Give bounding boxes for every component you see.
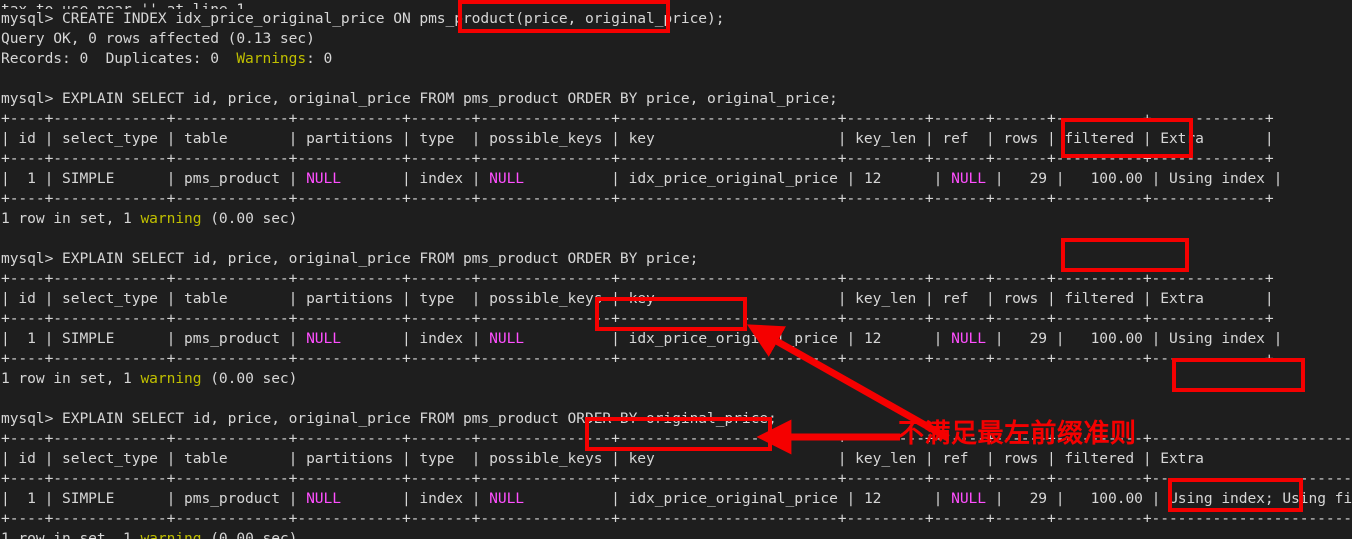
terminal-line: | id | select_type | table | partitions … [1,449,1352,469]
terminal-line: Records: 0 Duplicates: 0 Warnings: 0 [1,49,1352,69]
terminal-line: +----+-------------+-------------+------… [1,309,1352,329]
warning-token: warning [140,530,202,539]
terminal-line: 1 row in set, 1 warning (0.00 sec) [1,369,1352,389]
terminal-line: Query OK, 0 rows affected (0.13 sec) [1,29,1352,49]
terminal-output[interactable]: tax to use near '' at line 1mysql> CREAT… [0,0,1352,539]
text-token: | 1 | SIMPLE | pms_product | [1,330,307,347]
text-token: mysql> CREATE INDEX idx_price_original_p… [1,10,725,27]
text-token: +----+-------------+-------------+------… [1,510,1352,527]
text-token: | idx_price_original_price | 12 | [524,170,952,187]
warning-token: warning [140,370,202,387]
text-token: +----+-------------+-------------+------… [1,150,1274,167]
text-token: | 1 | SIMPLE | pms_product | [1,490,307,507]
text-token: tax to use near '' at line 1 [1,1,245,9]
terminal-line: +----+-------------+-------------+------… [1,349,1352,369]
warning-token: warning [140,210,202,227]
null-token: NULL [489,490,525,507]
terminal-line: mysql> EXPLAIN SELECT id, price, origina… [1,409,1352,429]
null-token: NULL [489,170,525,187]
text-token: +----+-------------+-------------+------… [1,110,1274,127]
text-token: Records: 0 Duplicates: 0 [1,50,237,67]
terminal-line: +----+-------------+-------------+------… [1,269,1352,289]
terminal-line: 1 row in set, 1 warning (0.00 sec) [1,209,1352,229]
text-token: 1 row in set, 1 [1,530,141,539]
terminal-line: +----+-------------+-------------+------… [1,469,1352,489]
text-token: : 0 [306,50,333,67]
null-token: NULL [306,490,341,507]
terminal-line: +----+-------------+-------------+------… [1,429,1352,449]
text-token: | idx_price_original_price | 12 | [524,490,952,507]
terminal-line: +----+-------------+-------------+------… [1,149,1352,169]
text-token: 1 row in set, 1 [1,210,141,227]
null-token: NULL [951,170,986,187]
terminal-line: | 1 | SIMPLE | pms_product | NULL | inde… [1,329,1352,349]
text-token: +----+-------------+-------------+------… [1,470,1352,487]
text-token: +----+-------------+-------------+------… [1,190,1274,207]
text-token: | index | [340,170,490,187]
terminal-line: tax to use near '' at line 1 [1,0,1352,9]
terminal-line: mysql> CREATE INDEX idx_price_original_p… [1,9,1352,29]
terminal-line: | 1 | SIMPLE | pms_product | NULL | inde… [1,169,1352,189]
text-token: | index | [340,490,490,507]
text-token: | 1 | SIMPLE | pms_product | [1,170,307,187]
text-token: | id | select_type | table | partitions … [1,290,1274,307]
text-token: | 29 | 100.00 | Using index | [985,330,1283,347]
text-token: +----+-------------+-------------+------… [1,310,1274,327]
null-token: NULL [489,330,525,347]
text-token: mysql> EXPLAIN SELECT id, price, origina… [1,90,838,107]
terminal-line: | 1 | SIMPLE | pms_product | NULL | inde… [1,489,1352,509]
terminal-line: | id | select_type | table | partitions … [1,289,1352,309]
text-token: mysql> EXPLAIN SELECT id, price, origina… [1,250,699,267]
terminal-line: +----+-------------+-------------+------… [1,109,1352,129]
text-token: | idx_price_original_price | 12 | [524,330,952,347]
null-token: NULL [306,170,341,187]
text-token: mysql> EXPLAIN SELECT id, price, origina… [1,410,777,427]
terminal-line: +----+-------------+-------------+------… [1,509,1352,529]
text-token: +----+-------------+-------------+------… [1,270,1274,287]
null-token: NULL [951,330,986,347]
text-token: | 29 | 100.00 | Using index | [985,170,1283,187]
null-token: NULL [951,490,986,507]
text-token: | 29 | 100.00 | Using index; Using files… [994,490,1352,507]
text-token: | index | [340,330,490,347]
text-token: +----+-------------+-------------+------… [1,430,1352,447]
null-token: NULL [306,330,341,347]
text-token: +----+-------------+-------------+------… [1,350,1274,367]
terminal-line: mysql> EXPLAIN SELECT id, price, origina… [1,89,1352,109]
text-token: 1 row in set, 1 [1,370,141,387]
terminal-line: 1 row in set, 1 warning (0.00 sec) [1,529,1352,539]
text-token: | id | select_type | table | partitions … [1,450,1352,467]
terminal-line: | id | select_type | table | partitions … [1,129,1352,149]
text-token: | id | select_type | table | partitions … [1,130,1274,147]
text-token: (0.00 sec) [201,530,298,539]
text-token: (0.00 sec) [201,210,298,227]
text-token: (0.00 sec) [201,370,298,387]
warning-token: Warnings [236,50,307,67]
terminal-line: +----+-------------+-------------+------… [1,189,1352,209]
terminal-line: mysql> EXPLAIN SELECT id, price, origina… [1,249,1352,269]
text-token: Query OK, 0 rows affected (0.13 sec) [1,30,315,47]
